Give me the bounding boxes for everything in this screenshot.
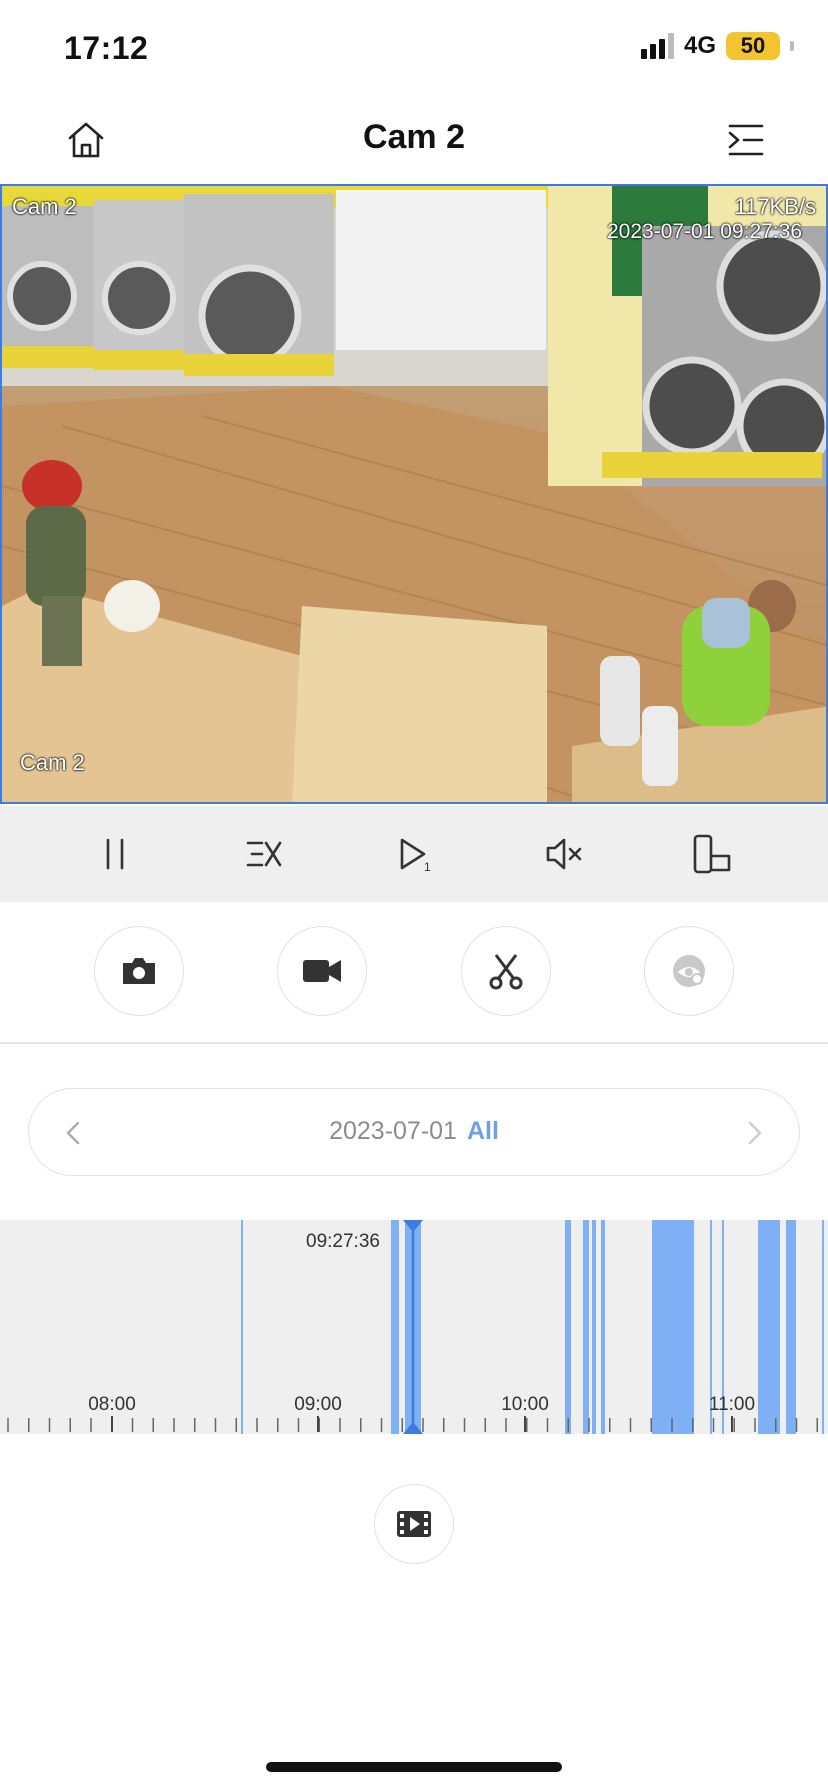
timeline-hour-label: 09:00 [294, 1394, 342, 1415]
nav-bar: Cam 2 [0, 100, 828, 184]
record-button[interactable] [277, 926, 367, 1016]
recording-timeline[interactable]: 08:00 09:00 10:00 11:00 09:27:36 [0, 1220, 828, 1434]
status-indicators: 4G 50 [640, 32, 794, 60]
video-osd-camera-name-bottom: Cam 2 [20, 750, 85, 775]
menu-list-icon[interactable] [726, 120, 766, 160]
video-osd-timestamp: 2023-07-01 09:27:36 [607, 220, 802, 243]
section-divider [0, 1042, 828, 1044]
clip-button[interactable] [461, 926, 551, 1016]
pause-icon[interactable] [90, 829, 140, 879]
next-day-chevron-icon[interactable] [733, 1111, 777, 1155]
speed-multiplier-icon[interactable] [239, 829, 289, 879]
video-osd-bitrate: 117KB/s [734, 194, 816, 219]
privacy-button[interactable] [644, 926, 734, 1016]
battery-icon: 50 [726, 32, 780, 60]
recording-segment [601, 1220, 605, 1434]
camera-icon [123, 958, 155, 984]
recording-segment [758, 1220, 780, 1434]
video-camera-icon [303, 960, 341, 982]
timeline-hour-label: 10:00 [501, 1394, 549, 1415]
camera-scene [2, 186, 826, 802]
network-type: 4G [683, 32, 716, 59]
camera-video-feed[interactable]: Cam 2 117KB/s 2023-07-01 09:27:36 Cam 2 [0, 184, 828, 804]
playback-controls: 1 [0, 806, 828, 902]
selected-date: 2023-07-01 [329, 1117, 457, 1145]
video-osd-camera-name: Cam 2 [12, 194, 77, 219]
home-indicator [266, 1762, 562, 1772]
recording-segment [391, 1220, 399, 1434]
snapshot-button[interactable] [94, 926, 184, 1016]
event-filter[interactable]: All [467, 1117, 499, 1145]
speaker-muted-icon[interactable] [539, 829, 589, 879]
recording-segment [786, 1220, 796, 1434]
play-step-icon[interactable]: 1 [389, 829, 439, 879]
recording-segment [565, 1220, 571, 1434]
phone-rotate-icon[interactable] [688, 829, 738, 879]
timeline-hour-label: 11:00 [709, 1394, 755, 1415]
recording-segment [583, 1220, 589, 1434]
date-display[interactable]: 2023-07-01 All [29, 1117, 799, 1146]
recording-segment [822, 1220, 824, 1434]
timeline-canvas: 08:00 09:00 10:00 11:00 09:27:36 [7, 1220, 824, 1434]
svg-text:1: 1 [424, 860, 431, 874]
date-selector: 2023-07-01 All [28, 1088, 800, 1176]
status-bar: 17:12 4G 50 [0, 0, 828, 100]
action-buttons [0, 926, 828, 1018]
battery-cap [790, 41, 794, 51]
recording-segment [592, 1220, 596, 1434]
eye-shield-icon [673, 955, 705, 987]
recordings-list-button[interactable] [374, 1484, 454, 1564]
film-clip-icon [397, 1511, 431, 1537]
signal-icon [640, 33, 674, 59]
page-title: Cam 2 [362, 118, 466, 156]
recording-segment [652, 1220, 694, 1434]
status-time: 17:12 [64, 30, 149, 66]
recording-segment [241, 1220, 243, 1434]
timeline-current-time: 09:27:36 [306, 1231, 380, 1252]
scissors-icon [489, 954, 523, 990]
timeline-hour-label: 08:00 [88, 1394, 136, 1415]
